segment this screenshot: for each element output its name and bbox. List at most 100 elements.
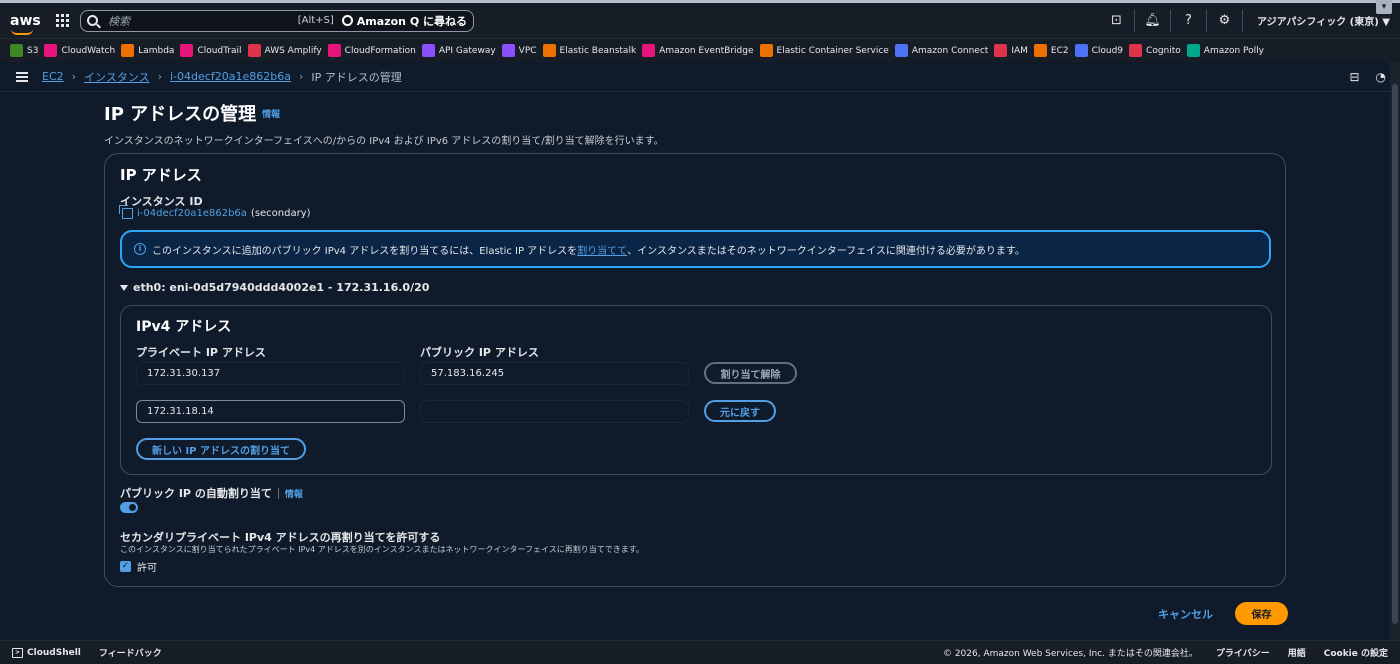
favorite-iam[interactable]: IAM: [994, 44, 1028, 57]
auto-assign-label-text: パブリック IP の自動割り当て: [120, 487, 272, 500]
service-icon: [1033, 44, 1047, 57]
instance-id-value: i-04decf20a1e862b6a (secondary): [119, 205, 311, 219]
private-ip-input-2[interactable]: 172.31.18.14: [136, 400, 405, 423]
service-icon: [759, 44, 773, 57]
gear-icon[interactable]: ⚙: [1207, 9, 1243, 32]
cancel-button[interactable]: キャンセル: [1158, 606, 1213, 622]
help-icon[interactable]: ?: [1171, 9, 1207, 32]
amazon-q-button[interactable]: Amazon Q に尋ねる: [341, 13, 467, 29]
favorite-cloudtrail[interactable]: CloudTrail: [180, 44, 242, 57]
favorite-cognito[interactable]: Cognito: [1129, 44, 1181, 57]
breadcrumb-instances[interactable]: インスタンス: [84, 69, 150, 85]
privacy-link[interactable]: プライバシー: [1216, 646, 1270, 659]
favorite-ec2[interactable]: EC2: [1033, 44, 1069, 57]
favorite-amazon-connect[interactable]: Amazon Connect: [894, 44, 988, 57]
auto-assign-info-link[interactable]: 情報: [285, 487, 303, 500]
chevron-right-icon: ›: [298, 70, 304, 83]
private-ip-label: プライベート IP アドレス: [136, 346, 266, 359]
auto-assign-toggle[interactable]: [120, 502, 138, 513]
cookie-settings-link[interactable]: Cookie の設定: [1324, 646, 1388, 659]
terms-link[interactable]: 用語: [1288, 646, 1306, 659]
info-icon: i: [134, 243, 146, 255]
menu-icon[interactable]: [16, 71, 28, 82]
service-icon: [1129, 44, 1143, 57]
alert-text-post: 、インスタンスまたはそのネットワークインターフェイスに関連付ける必要があります。: [627, 245, 1025, 257]
cloudshell-label: CloudShell: [27, 647, 81, 658]
favorite-lambda[interactable]: Lambda: [121, 44, 174, 57]
favorites-bar: S3 CloudWatch Lambda CloudTrail AWS Amplify C…: [0, 38, 1400, 62]
copy-icon[interactable]: [119, 205, 133, 219]
page-scrollbar[interactable]: [1390, 62, 1400, 640]
breadcrumb-current: IP アドレスの管理: [311, 70, 402, 84]
favorite-amazon-polly[interactable]: Amazon Polly: [1186, 44, 1264, 57]
favorite-cloudformation[interactable]: CloudFormation: [327, 44, 416, 57]
page-title-text: IP アドレスの管理: [104, 104, 257, 125]
breadcrumb-bar: EC2 › インスタンス › i-04decf20a1e862b6a › IP …: [0, 62, 1400, 92]
info-link[interactable]: 情報: [262, 107, 280, 120]
search-placeholder: 検索: [108, 14, 130, 28]
ipv4-title: IPv4 アドレス: [136, 319, 232, 335]
breadcrumb-instance-id[interactable]: i-04decf20a1e862b6a: [170, 70, 291, 83]
notifications-panel-icon[interactable]: ⊟: [1349, 70, 1359, 84]
favorite-label: EC2: [1050, 45, 1069, 56]
secondary-reassign-description: このインスタンスに割り当てられたプライベート IPv4 アドレスを別のインスタン…: [120, 545, 644, 554]
breadcrumb-ec2[interactable]: EC2: [42, 70, 64, 83]
aws-logo[interactable]: aws: [10, 12, 41, 35]
save-button[interactable]: 保存: [1235, 602, 1288, 625]
favorite-cloud9[interactable]: Cloud9: [1074, 44, 1123, 57]
service-icon: [180, 44, 194, 57]
eth0-expander[interactable]: eth0: eni-0d5d7940ddd4002e1 - 172.31.16.…: [120, 281, 429, 294]
favorite-elastic-beanstalk[interactable]: Elastic Beanstalk: [542, 44, 636, 57]
assign-new-ip-button[interactable]: 新しい IP アドレスの割り当て: [136, 438, 306, 460]
service-icon: [642, 44, 656, 57]
cloudshell-icon[interactable]: ⊡: [1099, 9, 1135, 32]
divider: [277, 487, 279, 499]
service-icon: [542, 44, 556, 57]
instance-id-link[interactable]: i-04decf20a1e862b6a: [137, 208, 247, 219]
favorite-cloudwatch[interactable]: CloudWatch: [44, 44, 115, 57]
favorite-label: Lambda: [138, 45, 175, 56]
chevron-down-icon[interactable]: ▾: [1376, 0, 1392, 14]
aws-logo-text: aws: [10, 12, 41, 29]
allow-checkbox-label: 許可: [137, 563, 157, 574]
favorite-label: IAM: [1011, 45, 1028, 56]
service-icon: [10, 44, 23, 57]
favorite-s3[interactable]: S3: [10, 44, 38, 57]
info-alert: i このインスタンスに追加のパブリック IPv4 アドレスを割り当てるには、El…: [120, 230, 1271, 268]
service-icon: [894, 44, 908, 57]
undo-button[interactable]: 元に戻す: [704, 400, 776, 422]
service-icon: [501, 44, 515, 57]
feedback-link[interactable]: フィードバック: [99, 646, 162, 659]
ipv4-section: IPv4 アドレス プライベート IP アドレス パブリック IP アドレス 1…: [120, 305, 1272, 475]
card-title: IP アドレス: [120, 166, 202, 184]
services-grid-icon[interactable]: [56, 13, 70, 28]
footer-bar: > CloudShell フィードバック © 2026, Amazon Web S…: [0, 640, 1400, 664]
service-icon: [44, 44, 58, 57]
chevron-right-icon: ›: [157, 70, 163, 83]
favorite-label: VPC: [518, 45, 537, 56]
favorite-label: API Gateway: [438, 45, 496, 56]
alert-allocate-link[interactable]: 割り当てて: [577, 242, 627, 257]
allow-checkbox[interactable]: ✓ 許可: [120, 559, 157, 574]
service-icon: [1074, 44, 1088, 57]
terminal-icon: >: [12, 647, 23, 658]
favorite-aws-amplify[interactable]: AWS Amplify: [247, 44, 322, 57]
service-icon: [121, 44, 135, 57]
favorite-api-gateway[interactable]: API Gateway: [421, 44, 496, 57]
search-input[interactable]: 検索 [Alt+S] Amazon Q に尋ねる: [80, 9, 474, 32]
ip-address-card: IP アドレス インスタンス ID i-04decf20a1e862b6a (s…: [104, 153, 1286, 587]
scrollbar-thumb[interactable]: [1392, 84, 1398, 624]
cloudshell-button[interactable]: > CloudShell: [12, 647, 81, 658]
checkmark-icon: ✓: [120, 561, 131, 572]
bell-icon[interactable]: 🔔︎: [1135, 9, 1171, 32]
favorite-vpc[interactable]: VPC: [501, 44, 537, 57]
favorite-elastic-container-service[interactable]: Elastic Container Service: [759, 44, 889, 57]
clock-icon[interactable]: ◔: [1376, 70, 1386, 84]
favorite-label: CloudTrail: [197, 45, 242, 56]
favorite-label: CloudFormation: [344, 45, 416, 56]
amazon-q-label: Amazon Q に尋ねる: [356, 14, 467, 28]
unassign-button[interactable]: 割り当て解除: [704, 362, 797, 384]
favorite-amazon-eventbridge[interactable]: Amazon EventBridge: [642, 44, 754, 57]
public-ip-field-2: [420, 400, 689, 423]
region-selector[interactable]: アジアパシフィック (東京) ▼: [1243, 13, 1390, 28]
